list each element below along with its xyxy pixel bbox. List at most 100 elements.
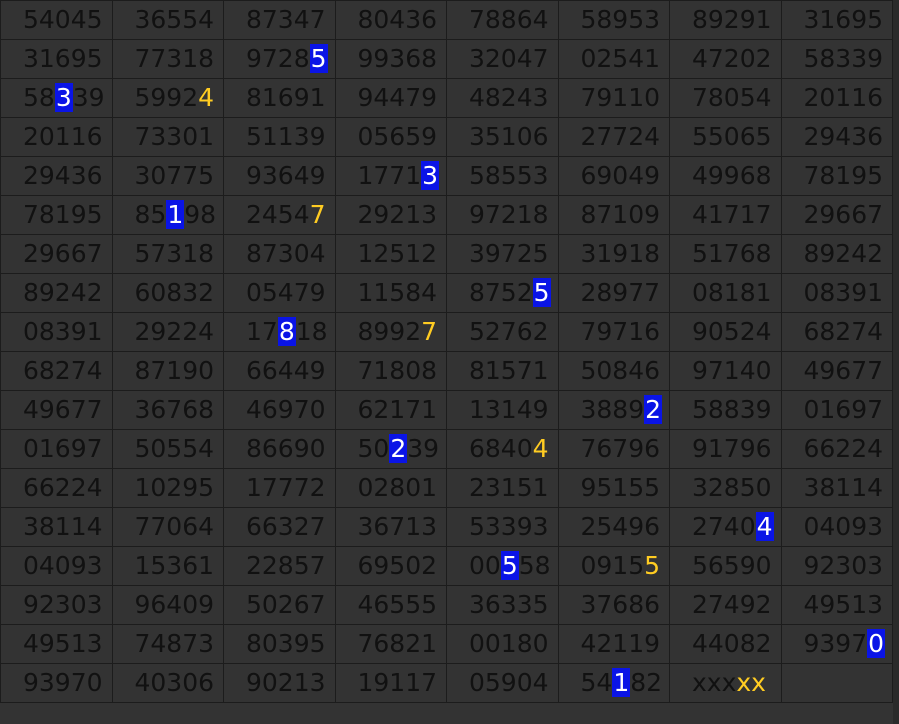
grid-cell: 29667 (0, 234, 113, 274)
highlighted-digit: 1 (166, 200, 185, 229)
grid-cell: 38114 (780, 468, 893, 508)
grid-cell: 68404 (446, 429, 559, 469)
grid-row: 92303 96409 50267 46555 36335 37686 27492 49513 (0, 585, 893, 625)
grid-cell: 77318 (111, 39, 224, 79)
grid-cell: 66224 (0, 468, 113, 508)
grid-cell: 50846 (557, 351, 670, 391)
grid-cell: 74873 (111, 624, 224, 664)
grid-cell: 58339 (780, 39, 893, 79)
grid-cell: 94479 (334, 78, 447, 118)
grid-cell: 96409 (111, 585, 224, 625)
grid-right-edge (893, 0, 899, 724)
grid-cell: 66224 (780, 429, 893, 469)
grid-cell: 86690 (223, 429, 336, 469)
grid-cell: 49968 (669, 156, 782, 196)
grid-cell: 38892 (557, 390, 670, 430)
grid-cell: 58953 (557, 0, 670, 40)
grid-cell: 32047 (446, 39, 559, 79)
grid-cell: 71808 (334, 351, 447, 391)
grid-cell: 29436 (780, 117, 893, 157)
highlighted-digit: 3 (54, 83, 73, 112)
grid-cell: 04093 (780, 507, 893, 547)
grid-cell: 81691 (223, 78, 336, 118)
grid-cell: 22857 (223, 546, 336, 586)
grid-cell: 44082 (669, 624, 782, 664)
grid-cell: 95155 (557, 468, 670, 508)
grid-cell: 90213 (223, 663, 336, 703)
grid-cell: 50239 (334, 429, 447, 469)
highlighted-digit: 4 (755, 512, 774, 541)
grid-cell: 05659 (334, 117, 447, 157)
number-grid: 54045 36554 87347 80436 78864 58953 89291 31695… (0, 0, 893, 703)
grid-cell: 89242 (0, 273, 113, 313)
grid-cell: 36713 (334, 507, 447, 547)
grid-cell: 91796 (669, 429, 782, 469)
grid-cell: 51139 (223, 117, 336, 157)
grid-cell: 93649 (223, 156, 336, 196)
grid-cell: 66449 (223, 351, 336, 391)
grid-cell: 89291 (669, 0, 782, 40)
grid-cell: 59924 (111, 78, 224, 118)
grid-cell: 37686 (557, 585, 670, 625)
grid-cell: 27724 (557, 117, 670, 157)
highlighted-digit: 1 (612, 668, 631, 697)
grid-cell: 17713 (334, 156, 447, 196)
grid-cell: 69502 (334, 546, 447, 586)
grid-cell: 17818 (223, 312, 336, 352)
grid-cell: 49513 (780, 585, 893, 625)
grid-cell: xxxxx (669, 663, 782, 703)
grid-cell: 49677 (0, 390, 113, 430)
grid-cell: 49677 (780, 351, 893, 391)
grid-cell: 73301 (111, 117, 224, 157)
grid-row: 29667 57318 87304 12512 39725 31918 51768 89242 (0, 234, 893, 274)
grid-cell: 32850 (669, 468, 782, 508)
grid-cell: 19117 (334, 663, 447, 703)
grid-cell: 08391 (780, 273, 893, 313)
grid-cell: 87304 (223, 234, 336, 274)
grid-cell: 15361 (111, 546, 224, 586)
grid-cell: 41717 (669, 195, 782, 235)
grid-cell: 47202 (669, 39, 782, 79)
grid-cell: 80436 (334, 0, 447, 40)
grid-cell: 27492 (669, 585, 782, 625)
grid-cell: 39725 (446, 234, 559, 274)
grid-row: 49513 74873 80395 76821 00180 42119 44082 93970 (0, 624, 893, 664)
grid-cell: 62171 (334, 390, 447, 430)
grid-row: 49677 36768 46970 62171 13149 38892 58839 01697 (0, 390, 893, 430)
grid-cell: 28977 (557, 273, 670, 313)
highlighted-digit: 2 (644, 395, 663, 424)
highlighted-digits: 7 (421, 317, 438, 346)
grid-cell: 58553 (446, 156, 559, 196)
grid-cell: 10295 (111, 468, 224, 508)
grid-cell: 50267 (223, 585, 336, 625)
grid-row: 38114 77064 66327 36713 53393 25496 27404 04093 (0, 507, 893, 547)
grid-row: 93970 40306 90213 19117 05904 54182 xxxxx (0, 663, 893, 703)
grid-cell: 79110 (557, 78, 670, 118)
grid-cell: 00558 (446, 546, 559, 586)
grid-cell: 52762 (446, 312, 559, 352)
grid-cell: 23151 (446, 468, 559, 508)
grid-row: 78195 85198 24547 29213 97218 87109 41717 29667 (0, 195, 893, 235)
grid-cell: 78864 (446, 0, 559, 40)
grid-cell: 38114 (0, 507, 113, 547)
grid-cell: 01697 (780, 390, 893, 430)
grid-cell: 55065 (669, 117, 782, 157)
grid-cell: 46970 (223, 390, 336, 430)
grid-cell: 69049 (557, 156, 670, 196)
grid-cell: 60832 (111, 273, 224, 313)
grid-cell: 20116 (0, 117, 113, 157)
highlighted-digits: 5 (644, 551, 661, 580)
grid-cell: 68274 (0, 351, 113, 391)
grid-row: 89242 60832 05479 11584 87525 28977 08181 08391 (0, 273, 893, 313)
grid-row: 04093 15361 22857 69502 00558 09155 56590 92303 (0, 546, 893, 586)
grid-row: 31695 77318 97285 99368 32047 02541 47202 58339 (0, 39, 893, 79)
grid-cell: 92303 (0, 585, 113, 625)
grid-cell: 79716 (557, 312, 670, 352)
highlighted-digits: 4 (198, 83, 215, 112)
grid-row: 68274 87190 66449 71808 81571 50846 97140 49677 (0, 351, 893, 391)
grid-cell: 11584 (334, 273, 447, 313)
grid-cell: 87525 (446, 273, 559, 313)
highlighted-digits: 7 (309, 200, 326, 229)
grid-cell: 99368 (334, 39, 447, 79)
grid-row: 08391 29224 17818 89927 52762 79716 90524 68274 (0, 312, 893, 352)
